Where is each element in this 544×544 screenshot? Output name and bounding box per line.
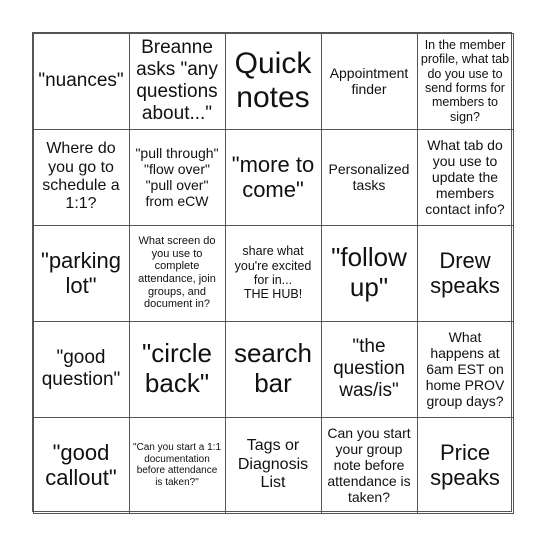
cell-text: "more to come": [231, 151, 315, 202]
bingo-cell[interactable]: What screen do you use to complete atten…: [128, 224, 226, 322]
cell-text: "good question": [41, 347, 121, 390]
bingo-cell[interactable]: "circle back": [128, 320, 226, 418]
bingo-cell[interactable]: "good question": [32, 320, 130, 418]
bingo-cell[interactable]: "more to come": [224, 128, 322, 226]
cell-text: Appointment finder: [329, 64, 409, 97]
cell-text: What happens at 6am EST on home PROV gro…: [425, 328, 505, 410]
bingo-cell[interactable]: Tags or Diagnosis List: [224, 416, 322, 514]
cell-text: "follow up": [331, 242, 407, 302]
cell-text: Price speaks: [430, 439, 500, 490]
bingo-cell[interactable]: "follow up": [320, 224, 418, 322]
bingo-cell[interactable]: Can you start your group note before att…: [320, 416, 418, 514]
bingo-cell[interactable]: "Can you start a 1:1 documentation befor…: [128, 416, 226, 514]
cell-text: "circle back": [142, 338, 212, 398]
bingo-cell[interactable]: "the question was/is": [320, 320, 418, 418]
bingo-cell[interactable]: "parking lot": [32, 224, 130, 322]
bingo-cell[interactable]: Price speaks: [416, 416, 514, 514]
bingo-cell[interactable]: Appointment finder: [320, 32, 418, 130]
cell-text: share what you're excited for in... THE …: [234, 244, 312, 302]
bingo-cell[interactable]: What happens at 6am EST on home PROV gro…: [416, 320, 514, 418]
cell-text: "pull through" "flow over" "pull over" f…: [135, 144, 219, 210]
bingo-cell[interactable]: Drew speaks: [416, 224, 514, 322]
cell-text: Tags or Diagnosis List: [237, 437, 309, 492]
cell-text: "good callout": [45, 439, 117, 490]
cell-text: "nuances": [38, 70, 124, 92]
bingo-cell[interactable]: In the member profile, what tab do you u…: [416, 32, 514, 130]
bingo-cell[interactable]: Where do you go to schedule a 1:1?: [32, 128, 130, 226]
cell-text: Personalized tasks: [328, 160, 410, 193]
bingo-cell[interactable]: What tab do you use to update the member…: [416, 128, 514, 226]
bingo-cell[interactable]: share what you're excited for in... THE …: [224, 224, 322, 322]
cell-text: Breanne asks "any questions about...": [136, 37, 218, 124]
cell-text: "the question was/is": [333, 336, 405, 401]
cell-text: "Can you start a 1:1 documentation befor…: [132, 442, 222, 488]
bingo-cell[interactable]: "pull through" "flow over" "pull over" f…: [128, 128, 226, 226]
bingo-cell[interactable]: "nuances": [32, 32, 130, 130]
bingo-cell[interactable]: "good callout": [32, 416, 130, 514]
cell-text: Can you start your group note before att…: [327, 424, 411, 506]
cell-text: In the member profile, what tab do you u…: [420, 37, 510, 124]
cell-text: search bar: [233, 338, 313, 398]
cell-text: "parking lot": [41, 247, 121, 298]
bingo-cell[interactable]: Personalized tasks: [320, 128, 418, 226]
cell-text: What screen do you use to complete atten…: [138, 235, 216, 311]
cell-text: What tab do you use to update the member…: [425, 136, 505, 218]
bingo-cell[interactable]: Breanne asks "any questions about...": [128, 32, 226, 130]
cell-text: Quick notes: [234, 46, 312, 115]
bingo-cell[interactable]: Quick notes: [224, 32, 322, 130]
bingo-board: "nuances" Breanne asks "any questions ab…: [32, 32, 514, 514]
cell-text: Where do you go to schedule a 1:1?: [42, 140, 120, 213]
bingo-cell[interactable]: search bar: [224, 320, 322, 418]
cell-text: Drew speaks: [430, 247, 500, 298]
